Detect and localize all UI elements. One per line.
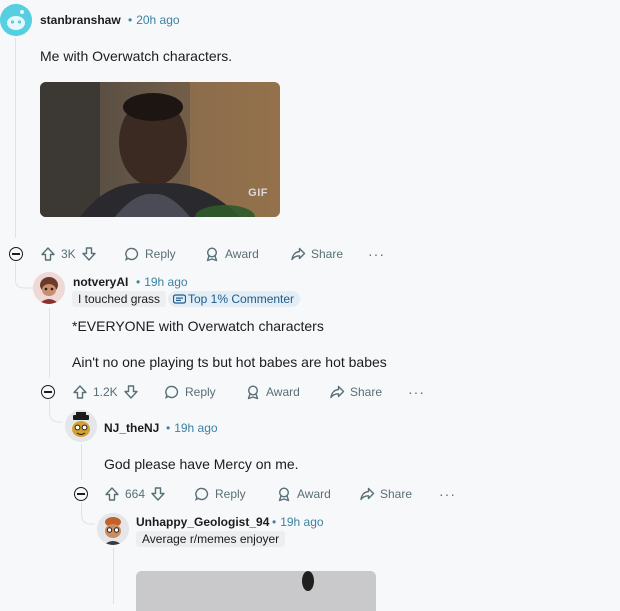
- share-button[interactable]: Share: [329, 384, 382, 400]
- share-button[interactable]: Share: [359, 486, 412, 502]
- reply-icon: [194, 486, 210, 502]
- vote-group: 664: [104, 486, 166, 502]
- more-options-button[interactable]: ···: [439, 486, 456, 502]
- more-options-button[interactable]: ···: [368, 246, 385, 262]
- avatar[interactable]: [33, 272, 65, 304]
- snoo-avatar-icon: [65, 410, 97, 442]
- award-button[interactable]: Award: [245, 384, 300, 400]
- vote-count: 1.2K: [93, 385, 118, 399]
- vote-count: 664: [125, 487, 146, 501]
- thread-line-level-1[interactable]: [49, 308, 50, 378]
- snoo-avatar-icon: [97, 513, 129, 545]
- vote-group: 3K: [40, 246, 97, 262]
- vote-group: 1.2K: [72, 384, 139, 400]
- comment-text: God please have Mercy on me.: [104, 456, 299, 472]
- award-button[interactable]: Award: [276, 486, 331, 502]
- upvote-icon[interactable]: [40, 246, 56, 262]
- snoo-avatar-icon: [0, 4, 32, 36]
- vote-count: 3K: [61, 247, 76, 261]
- collapse-button[interactable]: [9, 247, 23, 261]
- share-icon: [290, 246, 306, 262]
- award-icon: [204, 246, 220, 262]
- upvote-icon[interactable]: [72, 384, 88, 400]
- avatar[interactable]: [65, 410, 97, 442]
- collapse-button[interactable]: [41, 385, 55, 399]
- reply-button[interactable]: Reply: [164, 384, 216, 400]
- reply-button[interactable]: Reply: [124, 246, 176, 262]
- user-flair: I touched grass: [72, 291, 167, 307]
- downvote-icon[interactable]: [123, 384, 139, 400]
- commenter-badge-icon: [172, 293, 187, 308]
- award-icon: [245, 384, 261, 400]
- username[interactable]: stanbranshaw: [40, 13, 121, 27]
- avatar[interactable]: [97, 513, 129, 545]
- share-button[interactable]: Share: [290, 246, 343, 262]
- avatar[interactable]: [0, 4, 32, 36]
- upvote-icon[interactable]: [104, 486, 120, 502]
- gif-media[interactable]: GIF: [40, 82, 280, 217]
- thread-line-level-2[interactable]: [81, 444, 82, 480]
- timestamp[interactable]: • 19h ago: [272, 515, 324, 529]
- username[interactable]: Unhappy_Geologist_94: [136, 515, 269, 529]
- timestamp[interactable]: • 19h ago: [166, 421, 218, 435]
- collapse-button[interactable]: [74, 487, 88, 501]
- reply-icon: [124, 246, 140, 262]
- comment-text: Me with Overwatch characters.: [40, 48, 233, 64]
- thread-line-level-0[interactable]: [15, 38, 16, 238]
- gif-image: [40, 82, 280, 217]
- gif-label: GIF: [248, 187, 268, 199]
- reply-icon: [164, 384, 180, 400]
- comment-text-line-2: Ain't no one playing ts but hot babes ar…: [72, 354, 387, 370]
- username[interactable]: notveryAI: [73, 275, 128, 289]
- comment-text-line-1: *EVERYONE with Overwatch characters: [72, 318, 324, 334]
- thread-line-level-3[interactable]: [113, 548, 114, 604]
- snoo-avatar-icon: [33, 272, 65, 304]
- more-options-button[interactable]: ···: [408, 384, 425, 400]
- timestamp[interactable]: • 19h ago: [136, 275, 188, 289]
- status-badge: Top 1% Commenter: [168, 291, 301, 308]
- timestamp[interactable]: • 20h ago: [128, 13, 180, 27]
- user-flair: Average r/memes enjoyer: [136, 531, 286, 547]
- award-button[interactable]: Award: [204, 246, 259, 262]
- share-icon: [329, 384, 345, 400]
- media-image: [136, 571, 376, 611]
- username[interactable]: NJ_theNJ: [104, 421, 159, 435]
- award-icon: [276, 486, 292, 502]
- downvote-icon[interactable]: [81, 246, 97, 262]
- reply-button[interactable]: Reply: [194, 486, 246, 502]
- comment-media[interactable]: [136, 571, 376, 611]
- share-icon: [359, 486, 375, 502]
- downvote-icon[interactable]: [150, 486, 166, 502]
